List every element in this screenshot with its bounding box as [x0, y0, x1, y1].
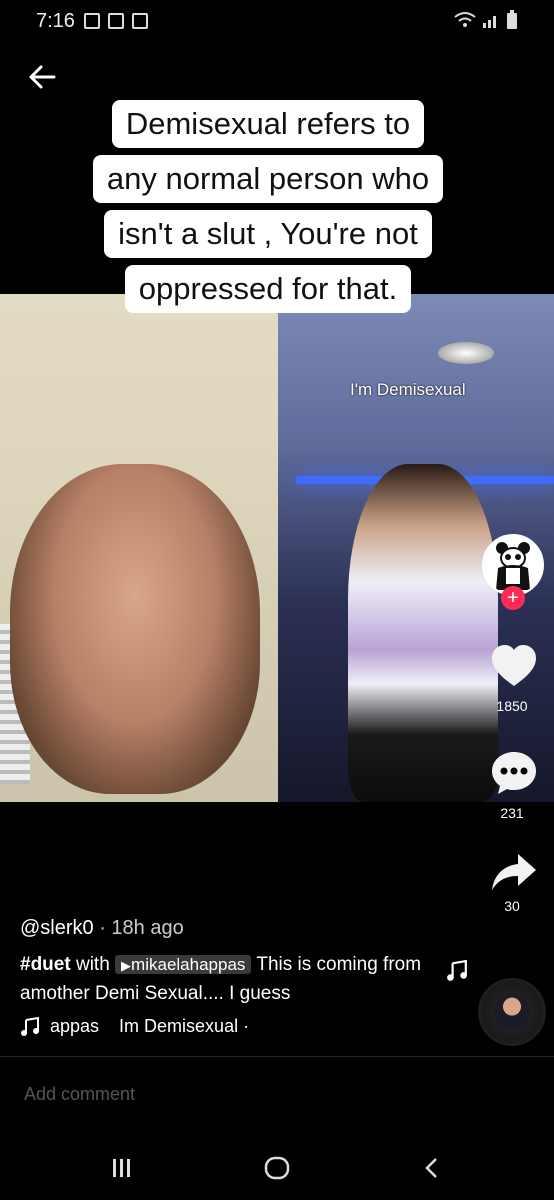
music-title: Im Demisexual · [119, 1016, 250, 1036]
follow-button[interactable]: + [501, 586, 525, 610]
divider [0, 1056, 554, 1057]
recent-apps-icon[interactable] [110, 1156, 134, 1180]
mention-tag[interactable]: ▶mikaelahappas [115, 955, 252, 974]
duet-left-video [0, 294, 278, 802]
gmail-icon [108, 13, 124, 29]
ceiling-lamp [438, 342, 494, 364]
share-count: 30 [504, 898, 520, 914]
heart-icon [492, 645, 536, 686]
comment-count: 231 [500, 805, 524, 821]
dancing-woman [348, 464, 498, 802]
music-artist: appas [50, 1016, 100, 1036]
desc-with: with [70, 954, 116, 975]
music-row[interactable]: appas Im Demisexual · [20, 1016, 249, 1037]
comment-button[interactable] [490, 750, 538, 801]
bearded-man-face [10, 464, 260, 794]
like-button[interactable] [490, 644, 538, 693]
post-time: · 18h ago [93, 917, 184, 939]
caption-line: isn't a slut , You're not [104, 210, 432, 258]
facebook-icon [84, 13, 100, 29]
arrow-left-icon [29, 65, 56, 89]
mention-name: mikaelahappas [131, 955, 246, 974]
status-bar: 7:16 [0, 0, 554, 44]
back-button[interactable] [22, 58, 62, 98]
system-nav-bar [0, 1140, 554, 1200]
gallery-icon [132, 13, 148, 29]
caption-line: Demisexual refers to [111, 100, 425, 148]
play-icon: ▶ [121, 958, 132, 973]
share-button[interactable] [490, 852, 538, 897]
status-time: 7:16 [36, 10, 75, 32]
video-player[interactable]: I'm Demisexual [0, 294, 554, 802]
add-comment-input[interactable]: Add comment [24, 1084, 135, 1105]
signal-icon [483, 16, 496, 28]
caption-line: any normal person who [92, 155, 444, 203]
like-count: 1850 [496, 698, 528, 714]
wifi-icon [454, 12, 476, 27]
caption-sticker: Demisexual refers to any normal person w… [58, 100, 478, 320]
post-description: #duet with ▶mikaelahappas This is coming… [20, 951, 430, 1008]
share-arrow-icon [492, 854, 536, 890]
hashtag-link[interactable]: #duet [20, 954, 71, 975]
music-note-icon [21, 1016, 39, 1036]
music-disc-avatar [494, 994, 530, 1030]
comment-bubble-icon [492, 752, 536, 794]
floating-note-icon [446, 959, 468, 987]
video-overlay-text: I'm Demisexual [350, 380, 466, 399]
battery-icon [507, 10, 517, 29]
status-right [454, 10, 518, 30]
nav-back-icon[interactable] [420, 1156, 444, 1180]
home-icon[interactable] [264, 1156, 290, 1180]
username-link[interactable]: @slerk0 [20, 917, 94, 939]
caption-line: oppressed for that. [124, 265, 412, 313]
post-author-line: @slerk0 · 18h ago [20, 917, 184, 940]
